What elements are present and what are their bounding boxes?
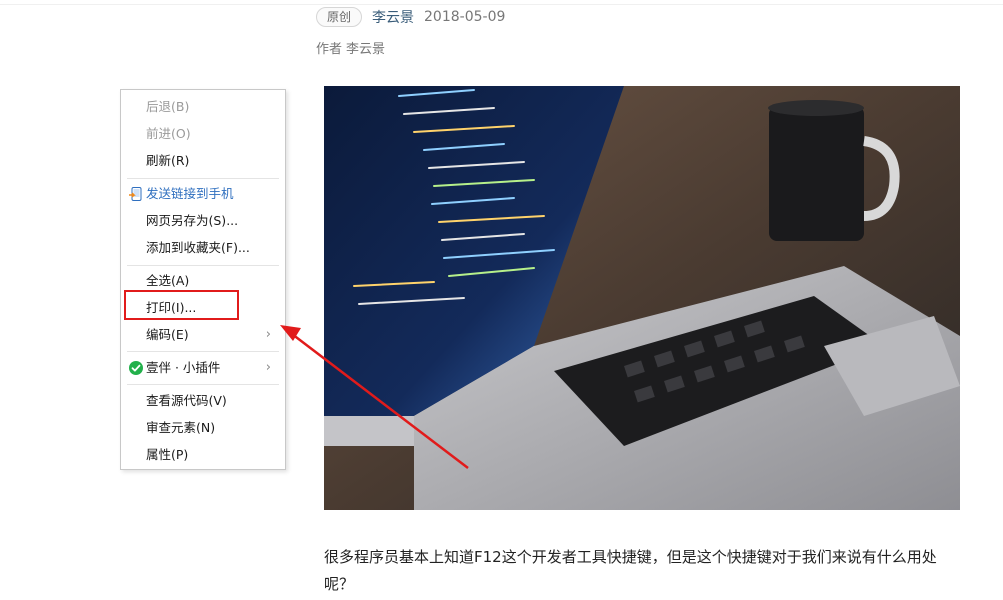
menu-item-label: 发送链接到手机 xyxy=(146,186,234,201)
menu-item-forward[interactable]: 前进(O) xyxy=(121,123,285,145)
byline-label: 作者 xyxy=(316,42,343,57)
menu-item-label: 后退(B) xyxy=(146,99,190,114)
menu-item-label: 属性(P) xyxy=(146,447,189,462)
menu-item-view-source[interactable]: 查看源代码(V) xyxy=(121,390,285,412)
article-meta: 原创 李云景 2018-05-09 xyxy=(316,6,505,28)
top-divider xyxy=(0,4,1003,5)
menu-item-label: 审查元素(N) xyxy=(146,420,216,435)
menu-item-encoding[interactable]: 编码(E) › xyxy=(121,324,285,346)
phone-send-icon xyxy=(129,187,142,201)
menu-item-plugin[interactable]: 壹伴 · 小插件 › xyxy=(121,357,285,379)
original-tag: 原创 xyxy=(316,7,363,27)
menu-item-label: 编码(E) xyxy=(146,327,189,342)
context-menu: 后退(B) 前进(O) 刷新(R) 发送链接到手机 网页另存为(S)... 添加… xyxy=(120,89,286,470)
menu-item-inspect[interactable]: 审查元素(N) xyxy=(121,417,285,439)
menu-item-label: 壹伴 · 小插件 xyxy=(146,360,221,375)
chevron-right-icon: › xyxy=(265,327,271,342)
menu-item-select-all[interactable]: 全选(A) xyxy=(121,270,285,292)
byline-author: 李云景 xyxy=(346,42,386,57)
menu-item-label: 查看源代码(V) xyxy=(146,393,227,408)
menu-item-label: 前进(O) xyxy=(146,126,191,141)
menu-item-properties[interactable]: 属性(P) xyxy=(121,444,285,466)
menu-separator xyxy=(127,178,279,179)
checkmark-badge-icon xyxy=(129,361,143,375)
chevron-right-icon: › xyxy=(265,360,271,375)
hero-image xyxy=(324,86,960,510)
article-paragraph: 很多程序员基本上知道F12这个开发者工具快捷键，但是这个快捷键对于我们来说有什么… xyxy=(324,548,937,593)
menu-separator xyxy=(127,384,279,385)
menu-item-save-as[interactable]: 网页另存为(S)... xyxy=(121,210,285,232)
author-link[interactable]: 李云景 xyxy=(372,7,414,27)
menu-item-label: 全选(A) xyxy=(146,273,190,288)
menu-separator xyxy=(127,351,279,352)
highlight-box xyxy=(124,290,239,320)
menu-item-send-to-phone[interactable]: 发送链接到手机 xyxy=(121,183,285,205)
menu-item-label: 网页另存为(S)... xyxy=(146,213,239,228)
menu-item-label: 添加到收藏夹(F)... xyxy=(146,240,250,255)
laptop-code-photo xyxy=(324,86,960,510)
menu-item-refresh[interactable]: 刷新(R) xyxy=(121,150,285,172)
menu-separator xyxy=(127,265,279,266)
menu-item-label: 刷新(R) xyxy=(146,153,190,168)
byline: 作者 李云景 xyxy=(316,38,389,57)
menu-item-back[interactable]: 后退(B) xyxy=(121,96,285,118)
publish-date: 2018-05-09 xyxy=(424,9,506,25)
menu-item-add-favorite[interactable]: 添加到收藏夹(F)... xyxy=(121,237,285,259)
